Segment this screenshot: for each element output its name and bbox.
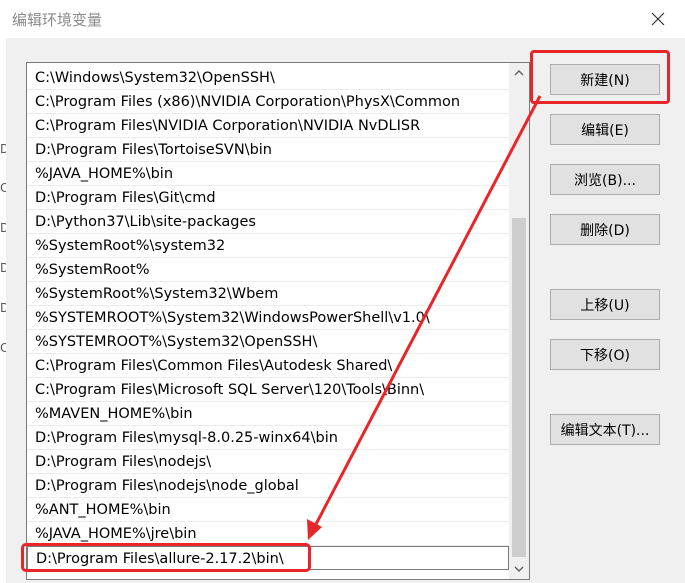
edit-text-button[interactable]: 编辑文本(T)... — [550, 414, 660, 445]
list-item[interactable]: D:\Program Files\mysql-8.0.25-winx64\bin — [27, 426, 509, 450]
delete-button[interactable]: 删除(D) — [550, 214, 660, 245]
list-item[interactable]: %SYSTEMROOT%\System32\OpenSSH\ — [27, 330, 509, 354]
window-title: 编辑环境变量 — [12, 11, 103, 29]
list-item[interactable]: C:\Windows\System32\OpenSSH\ — [27, 66, 509, 90]
list-item[interactable]: D:\Program Files\Git\cmd — [27, 186, 509, 210]
edit-button[interactable]: 编辑(E) — [550, 114, 660, 145]
list-item[interactable]: %ANT_HOME%\bin — [27, 498, 509, 522]
list-item[interactable]: D:\Program Files\TortoiseSVN\bin — [27, 138, 509, 162]
chevron-down-icon — [514, 566, 524, 572]
list-item[interactable]: C:\Program Files (x86)\NVIDIA Corporatio… — [27, 90, 509, 114]
list-item[interactable]: D:\Program Files\nodejs\node_global — [27, 474, 509, 498]
chevron-up-icon — [514, 70, 524, 76]
move-up-button[interactable]: 上移(U) — [550, 289, 660, 320]
list-item[interactable]: %SystemRoot% — [27, 258, 509, 282]
scroll-thumb[interactable] — [512, 218, 526, 557]
vertical-scrollbar[interactable] — [509, 63, 529, 579]
list-item[interactable]: C:\Program Files\NVIDIA Corporation\NVID… — [27, 114, 509, 138]
list-item[interactable]: %SYSTEMROOT%\System32\WindowsPowerShell\… — [27, 306, 509, 330]
list-item[interactable]: %MAVEN_HOME%\bin — [27, 402, 509, 426]
scroll-down-button[interactable] — [509, 559, 529, 579]
close-icon — [651, 12, 665, 26]
scroll-up-button[interactable] — [509, 63, 529, 83]
path-list[interactable]: C:\Windows\System32\OpenSSH\ C:\Program … — [26, 62, 530, 580]
list-item[interactable]: D:\Program Files\nodejs\ — [27, 450, 509, 474]
new-entry-highlight — [21, 543, 311, 572]
list-item[interactable]: %SystemRoot%\system32 — [27, 234, 509, 258]
browse-button[interactable]: 浏览(B)... — [550, 164, 660, 195]
list-item[interactable]: C:\Program Files\Common Files\Autodesk S… — [27, 354, 509, 378]
title-bar: 编辑环境变量 — [0, 0, 685, 38]
close-button[interactable] — [640, 4, 676, 34]
list-item[interactable]: D:\Python37\Lib\site-packages — [27, 210, 509, 234]
list-item[interactable]: C:\Program Files\Microsoft SQL Server\12… — [27, 378, 509, 402]
list-item[interactable]: %SystemRoot%\System32\Wbem — [27, 282, 509, 306]
new-button-highlight — [530, 50, 670, 104]
list-item[interactable]: %JAVA_HOME%\bin — [27, 162, 509, 186]
move-down-button[interactable]: 下移(O) — [550, 339, 660, 370]
